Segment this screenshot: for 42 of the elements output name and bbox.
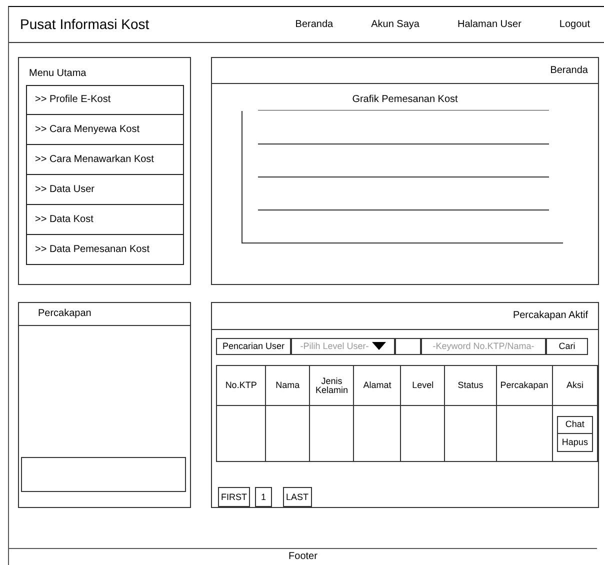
page-button[interactable]: FIRST bbox=[218, 487, 250, 507]
search-button[interactable]: Cari bbox=[546, 338, 588, 355]
panel-title: Menu Utama bbox=[29, 68, 86, 80]
menu-item[interactable]: >> Cara Menawarkan Kost bbox=[26, 145, 184, 175]
column-header: Level bbox=[400, 366, 445, 406]
table-cell bbox=[354, 406, 401, 462]
column-header: Aksi bbox=[552, 366, 598, 406]
menu-item[interactable]: >> Data Kost bbox=[26, 205, 184, 235]
message-field[interactable] bbox=[21, 457, 186, 492]
table-cell bbox=[444, 406, 496, 462]
nav-link[interactable]: Beranda bbox=[295, 18, 334, 30]
chart-title: Grafik Pemesanan Kost bbox=[352, 94, 458, 106]
action-button[interactable]: Chat bbox=[556, 416, 593, 434]
text-field[interactable] bbox=[395, 338, 421, 355]
caret-icon bbox=[372, 342, 386, 350]
nav-link[interactable]: Logout bbox=[559, 18, 590, 30]
keyword-field[interactable]: -Keyword No.KTP/Nama- bbox=[421, 338, 546, 355]
nav-link[interactable]: Halaman User bbox=[457, 18, 522, 30]
table-cell bbox=[400, 406, 445, 462]
menu-item[interactable]: >> Data User bbox=[26, 175, 184, 205]
column-header: No.KTP bbox=[216, 366, 266, 406]
search-label: Pencarian User bbox=[216, 338, 291, 355]
panel-title: Percakapan Aktif bbox=[512, 310, 588, 322]
table-cell bbox=[266, 406, 310, 462]
page-button[interactable]: LAST bbox=[283, 487, 312, 507]
menu-item[interactable]: >> Cara Menyewa Kost bbox=[26, 115, 184, 145]
nav-link[interactable]: Akun Saya bbox=[371, 18, 420, 30]
action-button[interactable]: Hapus bbox=[556, 434, 593, 452]
panel-title: Percakapan bbox=[38, 308, 92, 320]
column-header: Nama bbox=[266, 366, 310, 406]
column-header: Percakapan bbox=[496, 366, 552, 406]
menu-item[interactable]: >> Profile E-Kost bbox=[26, 85, 184, 115]
column-header: Status bbox=[444, 366, 496, 406]
table-cell bbox=[216, 406, 266, 462]
column-header: Alamat bbox=[354, 366, 401, 406]
site-title: Pusat Informasi Kost bbox=[20, 16, 150, 33]
table-cell bbox=[310, 406, 354, 462]
menu-item[interactable]: >> Data Pemesanan Kost bbox=[26, 235, 184, 265]
footer-text: Footer bbox=[288, 551, 318, 563]
panel-title: Beranda bbox=[550, 64, 588, 76]
column-header: Jenis Kelamin bbox=[310, 366, 354, 406]
page-button[interactable]: 1 bbox=[255, 487, 272, 507]
